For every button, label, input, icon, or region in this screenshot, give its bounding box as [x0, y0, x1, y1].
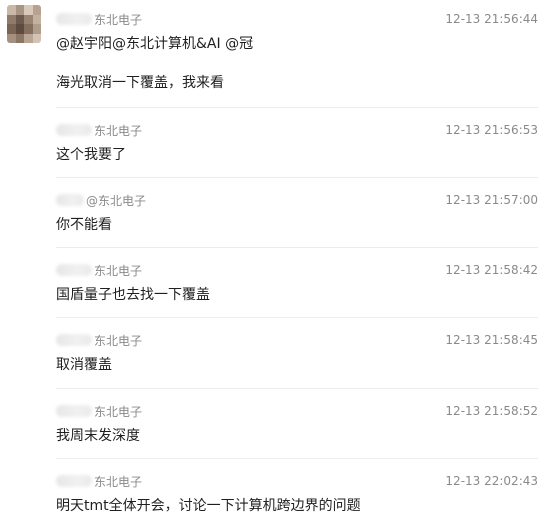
message-divider	[56, 317, 538, 318]
message-text[interactable]: 海光取消一下覆盖，我来看	[56, 74, 224, 92]
redacted-name	[56, 475, 92, 487]
sender-org-label: 东北电子	[94, 123, 143, 138]
message-timestamp: 12-13 21:56:53	[445, 123, 538, 137]
message-text[interactable]: 我周末发深度	[56, 427, 140, 445]
sender-org-label: 东北电子	[94, 474, 143, 489]
message-divider	[56, 177, 538, 178]
sender-name: 东北电子	[56, 11, 142, 27]
message-text[interactable]: 明天tmt全体开会，讨论一下计算机跨边界的问题	[56, 497, 361, 515]
message-text[interactable]: @赵宇阳@东北计算机&AI @冠	[56, 35, 253, 53]
message-timestamp: 12-13 22:02:43	[445, 474, 538, 488]
message-text[interactable]: 国盾量子也去找一下覆盖	[56, 286, 210, 304]
redacted-name	[56, 334, 92, 346]
redacted-name	[56, 405, 92, 417]
message-item: 东北电子 12-13 21:58:52 我周末发深度	[0, 403, 550, 447]
sender-name: 东北电子	[56, 473, 142, 489]
message-divider	[56, 388, 538, 389]
message-item: 东北电子 12-13 21:58:45 取消覆盖	[0, 332, 550, 376]
message-item: @东北电子 12-13 21:57:00 你不能看	[0, 192, 550, 236]
sender-name: 东北电子	[56, 122, 142, 138]
sender-org-label: 东北电子	[94, 404, 143, 419]
message-item: 东北电子 12-13 21:58:42 国盾量子也去找一下覆盖	[0, 262, 550, 306]
message-text[interactable]: 你不能看	[56, 216, 112, 234]
sender-name: @东北电子	[56, 192, 146, 208]
sender-name: 东北电子	[56, 262, 142, 278]
sender-org-label: @东北电子	[86, 193, 147, 208]
redacted-name	[56, 194, 84, 206]
redacted-name	[56, 264, 92, 276]
message-timestamp: 12-13 21:58:42	[445, 263, 538, 277]
message-text[interactable]: 取消覆盖	[56, 356, 112, 374]
chat-message-list: 东北电子 12-13 21:56:44 @赵宇阳@东北计算机&AI @冠 海光取…	[0, 0, 550, 520]
redacted-name	[56, 124, 92, 136]
message-item: 东北电子 12-13 22:02:43 明天tmt全体开会，讨论一下计算机跨边界…	[0, 473, 550, 517]
sender-name: 东北电子	[56, 332, 142, 348]
message-divider	[56, 107, 538, 108]
sender-name: 东北电子	[56, 403, 142, 419]
message-timestamp: 12-13 21:56:44	[445, 12, 538, 26]
message-item: 东北电子 12-13 21:56:44 @赵宇阳@东北计算机&AI @冠 海光取…	[0, 11, 550, 101]
sender-org-label: 东北电子	[94, 263, 143, 278]
message-text[interactable]: 这个我要了	[56, 146, 126, 164]
message-timestamp: 12-13 21:58:52	[445, 404, 538, 418]
sender-org-label: 东北电子	[94, 333, 143, 348]
redacted-name	[56, 13, 92, 25]
message-item: 东北电子 12-13 21:56:53 这个我要了	[0, 122, 550, 166]
sender-org-label: 东北电子	[94, 12, 143, 27]
message-timestamp: 12-13 21:57:00	[445, 193, 538, 207]
message-divider	[56, 458, 538, 459]
message-divider	[56, 247, 538, 248]
message-timestamp: 12-13 21:58:45	[445, 333, 538, 347]
